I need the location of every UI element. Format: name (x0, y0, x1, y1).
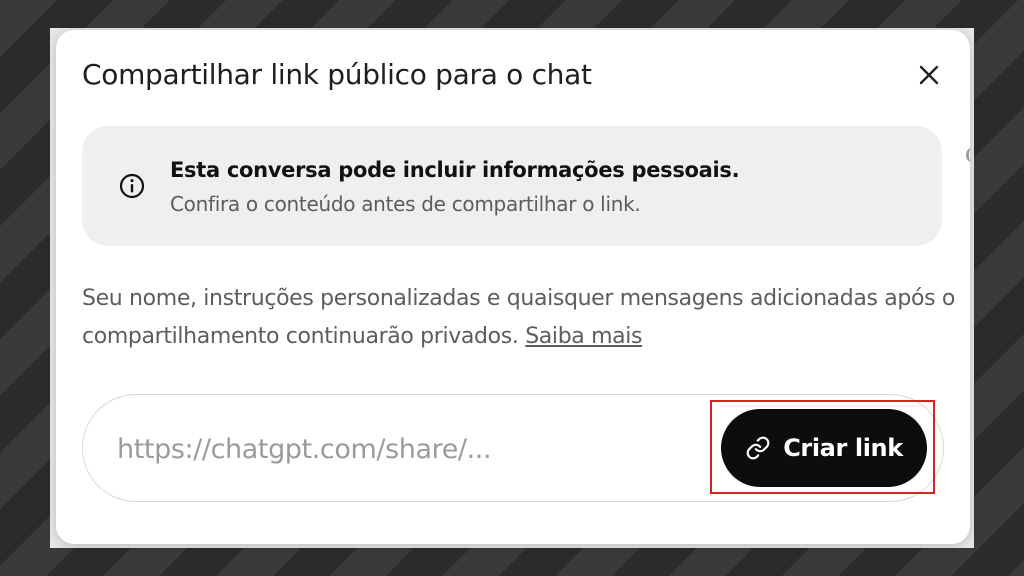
info-icon (119, 173, 145, 199)
create-link-button[interactable]: Criar link (721, 409, 927, 487)
close-button[interactable] (914, 60, 944, 90)
notice-heading: Esta conversa pode incluir informações p… (170, 158, 740, 182)
background-edge-mark (966, 148, 977, 162)
dialog-title: Compartilhar link público para o chat (82, 58, 592, 91)
create-link-label: Criar link (783, 434, 903, 462)
privacy-notice: Esta conversa pode incluir informações p… (82, 126, 942, 246)
privacy-description: Seu nome, instruções personalizadas e qu… (82, 280, 962, 356)
link-icon (746, 436, 770, 460)
learn-more-link[interactable]: Saiba mais (525, 324, 642, 349)
description-text: Seu nome, instruções personalizadas e qu… (82, 286, 956, 349)
share-url-input[interactable] (115, 425, 679, 473)
close-icon (919, 65, 939, 85)
notice-subtext: Confira o conteúdo antes de compartilhar… (170, 192, 641, 216)
